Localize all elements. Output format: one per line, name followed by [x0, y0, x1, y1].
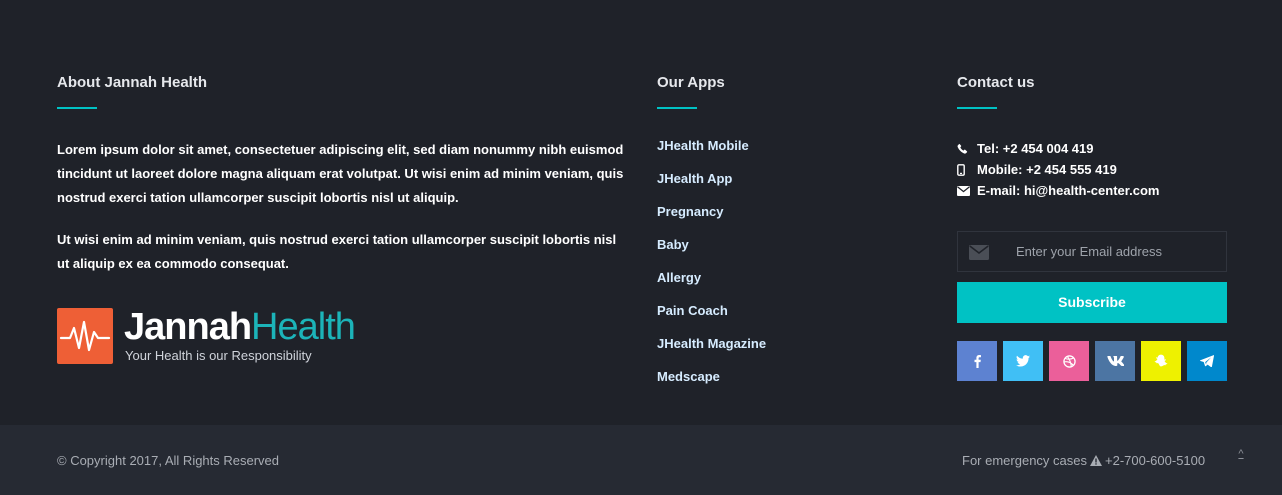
contact-mobile: Mobile: +2 454 555 419 — [957, 159, 1227, 180]
logo-name-light: Health — [251, 306, 356, 348]
apps-title: Our Apps — [657, 74, 725, 91]
emergency-contact: For emergency cases +2-700-600-5100 — [962, 454, 1224, 469]
contact-list: Tel: +2 454 004 419 Mobile: +2 454 555 4… — [957, 138, 1227, 201]
heartbeat-logo-icon — [57, 308, 113, 364]
app-link-baby[interactable]: Baby — [657, 237, 689, 252]
title-underline — [57, 107, 97, 109]
newsletter-email-field — [957, 231, 1227, 272]
site-logo[interactable]: JannahHealth Your Health is our Responsi… — [57, 305, 367, 366]
app-link-allergy[interactable]: Allergy — [657, 270, 701, 285]
emergency-phone: +2-700-600-5100 — [1105, 454, 1206, 468]
telegram-icon[interactable] — [1187, 341, 1227, 381]
app-link-jhealth-app[interactable]: JHealth App — [657, 171, 732, 186]
list-item: JHealth Magazine — [657, 336, 907, 369]
apps-list: JHealth Mobile JHealth App Pregnancy Bab… — [657, 138, 907, 402]
contact-email: E-mail: hi@health-center.com — [957, 180, 1227, 201]
footer-bottom: © Copyright 2017, All Rights Reserved Fo… — [0, 425, 1282, 495]
dribbble-icon[interactable] — [1049, 341, 1089, 381]
list-item: Pain Coach — [657, 303, 907, 336]
logo-tagline: Your Health is our Responsibility — [125, 348, 312, 363]
emergency-label: For emergency cases — [962, 454, 1087, 468]
contact-mobile-text: Mobile: +2 454 555 419 — [977, 161, 1117, 177]
apps-widget: Our Apps JHealth Mobile JHealth App Preg… — [657, 75, 907, 402]
list-item: JHealth Mobile — [657, 138, 907, 171]
subscribe-button[interactable]: Subscribe — [957, 282, 1227, 323]
list-item: Pregnancy — [657, 204, 907, 237]
app-link-medscape[interactable]: Medscape — [657, 369, 720, 384]
newsletter-email-input[interactable] — [1016, 232, 1221, 271]
about-paragraph: Lorem ipsum dolor sit amet, consectetuer… — [57, 142, 624, 205]
contact-title: Contact us — [957, 74, 1035, 91]
app-link-pregnancy[interactable]: Pregnancy — [657, 204, 723, 219]
about-widget: About Jannah Health Lorem ipsum dolor si… — [57, 74, 627, 364]
app-link-pain-coach[interactable]: Pain Coach — [657, 303, 728, 318]
contact-email-text: E-mail: hi@health-center.com — [977, 182, 1160, 198]
facebook-icon[interactable] — [957, 341, 997, 381]
vk-icon[interactable] — [1095, 341, 1135, 381]
list-item: JHealth App — [657, 171, 907, 204]
twitter-icon[interactable] — [1003, 341, 1043, 381]
snapchat-icon[interactable] — [1141, 341, 1181, 381]
title-underline — [657, 107, 697, 109]
app-link-jhealth-mobile[interactable]: JHealth Mobile — [657, 138, 749, 153]
envelope-icon — [957, 185, 977, 196]
envelope-icon — [969, 245, 989, 265]
title-underline — [957, 107, 997, 109]
list-item: Allergy — [657, 270, 907, 303]
back-to-top-button[interactable]: ^ — [1234, 447, 1248, 461]
contact-tel-text: Tel: +2 454 004 419 — [977, 140, 1094, 156]
about-paragraph: Ut wisi enim ad minim veniam, quis nostr… — [57, 232, 617, 271]
footer-main: About Jannah Health Lorem ipsum dolor si… — [0, 0, 1282, 425]
contact-tel: Tel: +2 454 004 419 — [957, 138, 1227, 159]
about-title: About Jannah Health — [57, 74, 208, 91]
warning-icon — [1090, 455, 1102, 469]
mobile-icon — [957, 163, 977, 176]
list-item: Baby — [657, 237, 907, 270]
app-link-jhealth-magazine[interactable]: JHealth Magazine — [657, 336, 766, 351]
logo-name-bold: Jannah — [124, 306, 252, 348]
contact-widget: Contact us Tel: +2 454 004 419 Mobile: +… — [957, 74, 1227, 381]
logo-wordmark: JannahHealth — [124, 305, 356, 349]
copyright-text: © Copyright 2017, All Rights Reserved — [57, 453, 280, 468]
social-icons — [957, 341, 1227, 381]
phone-icon — [957, 143, 977, 154]
chevron-up-icon: ^ — [1238, 448, 1244, 460]
list-item: Medscape — [657, 369, 907, 402]
